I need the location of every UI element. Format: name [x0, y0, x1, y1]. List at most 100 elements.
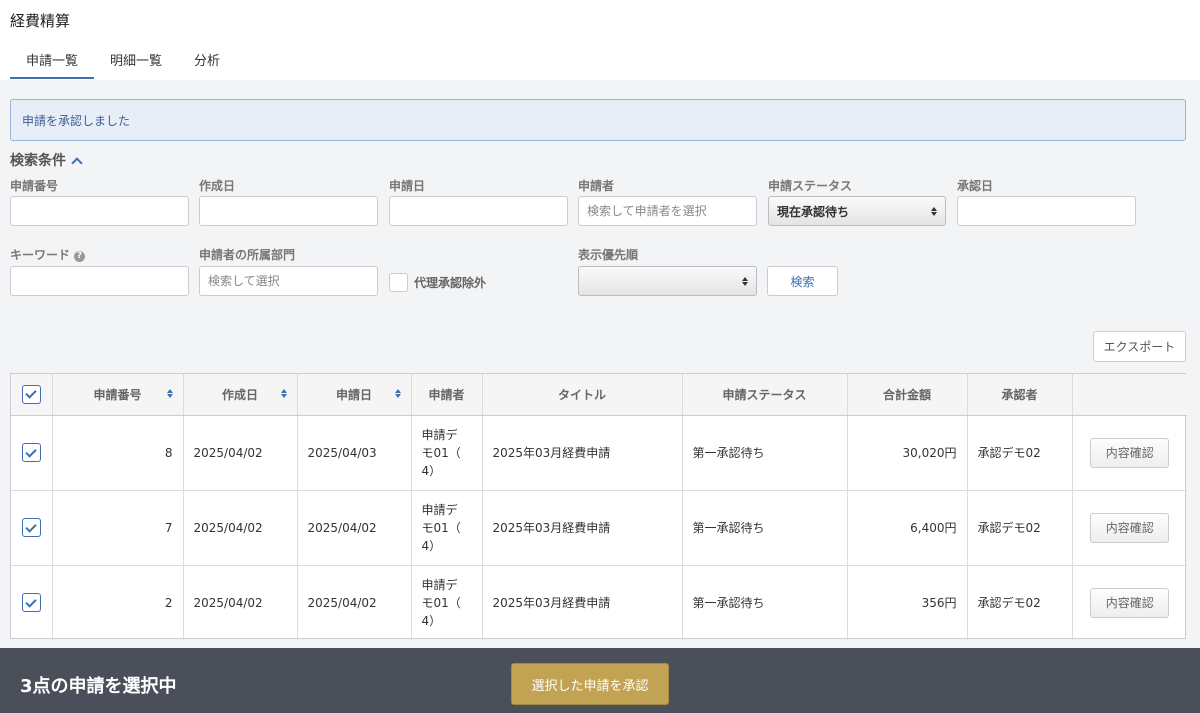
view-details-button[interactable]: 内容確認: [1090, 587, 1170, 618]
header-actions: [1072, 374, 1187, 416]
export-button[interactable]: エクスポート: [1093, 331, 1186, 362]
applicant-search-input[interactable]: [578, 196, 757, 226]
tab-analysis[interactable]: 分析: [178, 42, 236, 79]
select-arrows-icon: [742, 276, 748, 286]
header-approver: 承認者: [967, 374, 1073, 416]
selection-footer: 3点の申請を選択中 選択した申請を承認: [0, 648, 1200, 713]
action-cell: 内容確認: [1072, 490, 1187, 566]
header-created-date[interactable]: 作成日: [183, 374, 298, 416]
request-date-input[interactable]: [389, 196, 568, 226]
priority-select[interactable]: [578, 266, 757, 296]
priority-label: 表示優先順: [578, 248, 639, 262]
request-date-cell: 2025/04/02: [297, 490, 412, 566]
check-icon: [25, 387, 37, 399]
applicant-cell: 申請デ モ01（ 4）: [411, 415, 483, 491]
keyword-input[interactable]: [10, 266, 189, 296]
select-all-checkbox[interactable]: [21, 384, 41, 404]
action-cell: 内容確認: [1072, 565, 1187, 640]
approver-cell: 承認デモ02: [967, 565, 1073, 640]
approver-cell: 承認デモ02: [967, 415, 1073, 491]
sort-icon[interactable]: [280, 389, 287, 398]
view-details-button[interactable]: 内容確認: [1090, 437, 1170, 468]
header-title: タイトル: [482, 374, 683, 416]
request-no-cell: 8: [52, 415, 184, 491]
tab-request-list[interactable]: 申請一覧: [10, 42, 95, 79]
request-table: 申請番号 作成日 申請日 申請者 タイトル 申請ステータス 合計金額 承認者 8…: [10, 373, 1187, 640]
amount-cell: 356円: [847, 565, 968, 640]
help-icon[interactable]: ?: [74, 251, 86, 262]
action-cell: 内容確認: [1072, 415, 1187, 491]
proxy-exclude-option[interactable]: 代理承認除外: [389, 273, 486, 292]
approver-cell: 承認デモ02: [967, 490, 1073, 566]
amount-cell: 6,400円: [847, 490, 968, 566]
title-cell: 2025年03月経費申請: [482, 415, 683, 491]
request-date-cell: 2025/04/03: [297, 415, 412, 491]
row-select-cell[interactable]: [11, 490, 53, 566]
table-header-row: 申請番号 作成日 申請日 申請者 タイトル 申請ステータス 合計金額 承認者: [11, 374, 1187, 416]
applicant-line: モ01（: [421, 595, 461, 610]
applicant-cell: 申請デモ01（ 4）: [411, 490, 483, 566]
status-label: 申請ステータス: [768, 179, 853, 193]
keyword-label: キーワード?: [10, 246, 86, 263]
title-cell: 2025年03月経費申請: [482, 565, 683, 640]
header-request-no[interactable]: 申請番号: [52, 374, 184, 416]
title-cell: 2025年03月経費申請: [482, 490, 683, 566]
search-conditions-title: 検索条件: [10, 153, 66, 169]
check-icon: [25, 520, 37, 533]
status-cell: 第一承認待ち: [682, 415, 848, 491]
applicant-line: 4）: [421, 538, 442, 553]
approve-selected-button[interactable]: 選択した申請を承認: [511, 663, 669, 705]
created-date-cell: 2025/04/02: [183, 565, 298, 640]
view-details-button[interactable]: 内容確認: [1090, 512, 1170, 543]
row-select-cell[interactable]: [11, 565, 53, 640]
applicant-line: 申請デ: [421, 502, 458, 517]
status-select[interactable]: 現在承認待ち: [768, 196, 946, 226]
sort-icon[interactable]: [394, 389, 401, 398]
status-select-value: 現在承認待ち: [777, 204, 850, 219]
sort-icon[interactable]: [166, 389, 173, 398]
header-request-date[interactable]: 申請日: [297, 374, 412, 416]
amount-cell: 30,020円: [847, 415, 968, 491]
row-checkbox[interactable]: [21, 518, 41, 537]
proxy-exclude-checkbox[interactable]: [389, 273, 408, 292]
search-button[interactable]: 検索: [767, 266, 838, 296]
chevron-up-icon: [71, 156, 83, 169]
created-date-cell: 2025/04/02: [183, 415, 298, 491]
applicant-line: 4）: [421, 613, 442, 628]
select-arrows-icon: [931, 206, 937, 216]
header-amount: 合計金額: [847, 374, 968, 416]
header-status: 申請ステータス: [682, 374, 848, 416]
request-no-cell: 7: [52, 490, 184, 566]
success-alert: 申請を承認しました: [10, 99, 1186, 141]
request-no-label: 申請番号: [10, 179, 59, 193]
applicant-line: 申請デ: [421, 427, 458, 442]
proxy-exclude-label: 代理承認除外: [414, 276, 487, 290]
applicant-line: 4）: [421, 463, 442, 478]
keyword-label-text: キーワード: [10, 248, 71, 262]
row-checkbox[interactable]: [21, 593, 41, 613]
request-date-label: 申請日: [389, 179, 426, 193]
app-title: 経費精算: [10, 12, 71, 30]
tab-bar: 申請一覧 明細一覧 分析: [10, 42, 236, 79]
tab-detail-list[interactable]: 明細一覧: [94, 42, 178, 79]
status-cell: 第一承認待ち: [682, 565, 848, 640]
check-icon: [25, 445, 37, 458]
check-icon: [25, 596, 37, 608]
request-no-input[interactable]: [10, 196, 189, 226]
created-date-input[interactable]: [199, 196, 378, 226]
header-select-all[interactable]: [11, 374, 53, 416]
alert-message: 申請を承認しました: [22, 114, 131, 128]
selection-count-text: 3点の申請を選択中: [20, 676, 177, 697]
request-no-cell: 2: [52, 565, 184, 640]
table-body: 8 2025/04/02 2025/04/03 申請デ モ01（ 4） 2025年03月経費…: [11, 415, 1187, 640]
applicant-cell: 申請デ モ01（ 4）: [411, 565, 483, 640]
row-select-cell[interactable]: [11, 415, 53, 491]
app-header: 経費精算 申請一覧 明細一覧 分析: [0, 0, 1200, 80]
header-applicant: 申請者: [411, 374, 483, 416]
row-checkbox[interactable]: [21, 443, 41, 462]
table-row: 7 2025/04/02 2025/04/02 申請デ モ01（ 4） 2025年03月経費…: [11, 490, 1187, 566]
search-conditions-toggle[interactable]: 検索条件: [10, 150, 83, 170]
applicant-line: モ01（: [421, 520, 461, 535]
department-search-input[interactable]: [199, 266, 378, 296]
approved-date-input[interactable]: [957, 196, 1136, 226]
